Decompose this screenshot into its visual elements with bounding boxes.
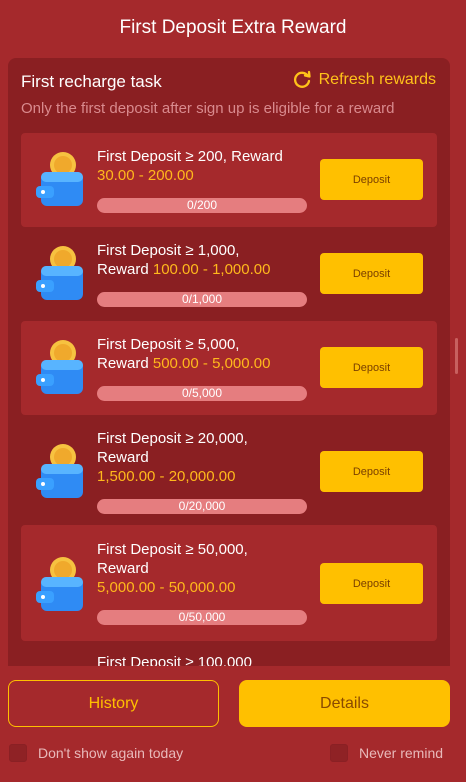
refresh-rewards-button[interactable]: Refresh rewards — [292, 70, 436, 90]
task-title: First Deposit ≥ 1,000, Reward 100.00 - 1… — [97, 242, 271, 278]
dont-show-again-label: Don't show again today — [38, 745, 184, 761]
task-card: First Deposit ≥ 20,000, Reward 1,500.00 … — [21, 415, 437, 525]
never-remind-label: Never remind — [359, 745, 444, 761]
progress-bar: 0/1,000 — [97, 292, 307, 307]
progress-bar: 0/20,000 — [97, 499, 307, 514]
wallet-icon — [36, 555, 86, 618]
checkbox-box[interactable] — [9, 744, 27, 762]
wallet-icon — [36, 442, 86, 505]
progress-bar: 0/50,000 — [97, 610, 307, 625]
refresh-icon — [293, 70, 311, 88]
task-title: First Deposit ≥ 5,000, Reward 500.00 - 5… — [97, 336, 271, 372]
task-title: First Deposit ≥ 200, Reward 30.00 - 200.… — [97, 148, 283, 184]
task-card: First Deposit ≥ 100,000 — [21, 641, 437, 666]
wallet-icon — [36, 244, 86, 307]
task-card: First Deposit ≥ 200, Reward 30.00 - 200.… — [21, 133, 437, 227]
wallet-icon — [36, 150, 86, 213]
deposit-button[interactable]: Deposit — [320, 159, 423, 200]
wallet-icon — [36, 338, 86, 401]
task-card: First Deposit ≥ 50,000, Reward 5,000.00 … — [21, 525, 437, 641]
task-title: First Deposit ≥ 100,000 — [97, 654, 252, 666]
reward-range: 30.00 - 200.00 — [97, 167, 194, 184]
task-card: First Deposit ≥ 1,000, Reward 100.00 - 1… — [21, 227, 437, 321]
scrollbar[interactable] — [455, 338, 458, 374]
refresh-rewards-label: Refresh rewards — [318, 71, 436, 88]
task-title: First Deposit ≥ 50,000, Reward 5,000.00 … — [97, 541, 248, 596]
panel-subtitle: Only the first deposit after sign up is … — [21, 100, 395, 117]
reward-range: 500.00 - 5,000.00 — [152, 355, 271, 372]
history-button[interactable]: History — [8, 680, 219, 727]
progress-bar: 0/200 — [97, 198, 307, 213]
reward-range: 100.00 - 1,000.00 — [152, 261, 271, 278]
reward-range: 5,000.00 - 50,000.00 — [97, 579, 236, 596]
deposit-button[interactable]: Deposit — [320, 451, 423, 492]
dialog-title: First Deposit Extra Reward — [119, 17, 347, 38]
deposit-button[interactable]: Deposit — [320, 253, 423, 294]
details-button[interactable]: Details — [239, 680, 450, 727]
task-card: First Deposit ≥ 5,000, Reward 500.00 - 5… — [21, 321, 437, 415]
task-panel: First recharge task Refresh rewards Only… — [8, 58, 450, 666]
dont-show-again-checkbox[interactable]: Don't show again today — [9, 744, 183, 762]
dialog-header: First Deposit Extra Reward — [0, 0, 466, 56]
reward-range: 1,500.00 - 20,000.00 — [97, 468, 236, 485]
deposit-button[interactable]: Deposit — [320, 347, 423, 388]
never-remind-checkbox[interactable]: Never remind — [330, 744, 443, 762]
progress-bar: 0/5,000 — [97, 386, 307, 401]
task-title: First Deposit ≥ 20,000, Reward 1,500.00 … — [97, 430, 248, 485]
panel-title: First recharge task — [21, 72, 162, 91]
deposit-button[interactable]: Deposit — [320, 563, 423, 604]
checkbox-box[interactable] — [330, 744, 348, 762]
